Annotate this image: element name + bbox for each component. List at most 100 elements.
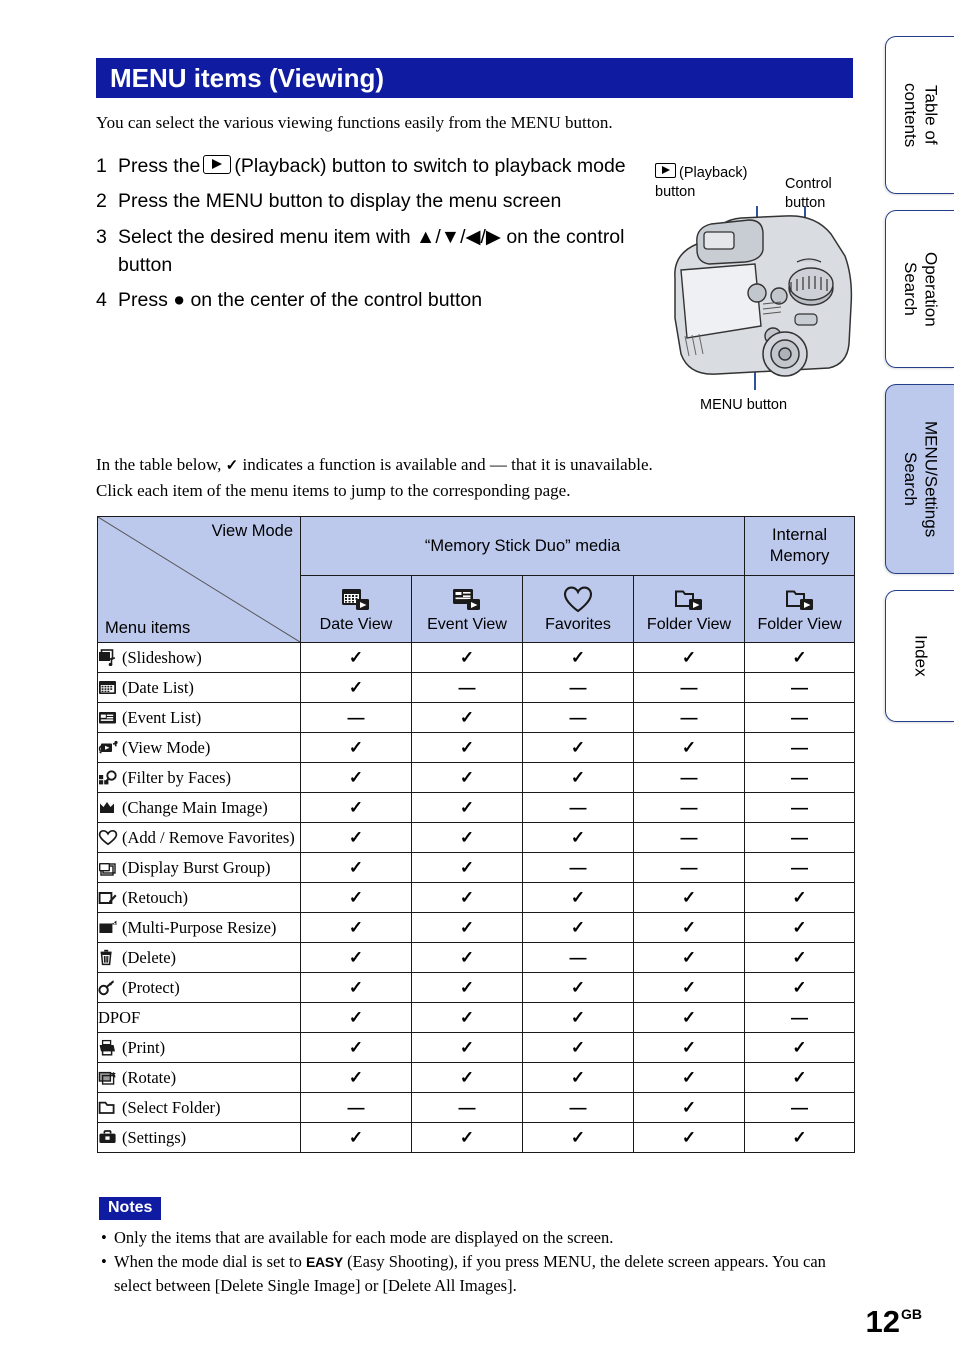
cell-mark: ✓ — [632, 942, 746, 973]
menu-item-filter-by-faces[interactable]: (Filter by Faces) — [97, 762, 301, 793]
menu-item-slideshow[interactable]: (Slideshow) — [97, 642, 301, 673]
menu-item-display-burst-group[interactable]: (Display Burst Group) — [97, 852, 301, 883]
menu-item-add-remove-favorites[interactable]: (Add / Remove Favorites) — [97, 822, 301, 853]
table-row[interactable]: (Add / Remove Favorites) ✓ ✓ ✓ — — — [97, 822, 856, 853]
header-col-folder-view-im[interactable]: Folder View — [744, 575, 856, 643]
menu-item-label: (Event List) — [122, 707, 202, 727]
table-row[interactable]: (Multi-Purpose Resize) ✓ ✓ ✓ ✓ ✓ — [97, 912, 856, 943]
table-row[interactable]: DPOF ✓ ✓ ✓ ✓ — — [97, 1002, 856, 1033]
cell-mark: ✓ — [300, 762, 412, 793]
cell-mark: ✓ — [744, 1122, 856, 1153]
menu-item-select-folder[interactable]: (Select Folder) — [97, 1092, 301, 1123]
cell-mark: ✓ — [522, 882, 634, 913]
header-col-event-view[interactable]: Event View — [411, 575, 523, 643]
table-row[interactable]: (Display Burst Group) ✓ ✓ — — — — [97, 852, 856, 883]
table-intro: In the table below, ✓ indicates a functi… — [96, 452, 866, 505]
step-number: 3 — [96, 225, 107, 248]
easy-mode-tag: EASY — [306, 1254, 343, 1271]
table-row[interactable]: (Protect) ✓ ✓ ✓ ✓ ✓ — [97, 972, 856, 1003]
table-row[interactable]: (View Mode) ✓ ✓ ✓ ✓ — — [97, 732, 856, 763]
cell-mark: ✓ — [411, 972, 523, 1003]
table-intro-line1: In the table below, ✓ indicates a functi… — [96, 452, 866, 478]
favorites-heart-icon — [523, 585, 633, 615]
step-number: 4 — [96, 289, 107, 312]
menu-item-protect[interactable]: (Protect) — [97, 972, 301, 1003]
menu-item-delete[interactable]: (Delete) — [97, 942, 301, 973]
cell-mark: ✓ — [522, 1062, 634, 1093]
menu-item-change-main-image[interactable]: (Change Main Image) — [97, 792, 301, 823]
corner-label-view-mode: View Mode — [211, 522, 293, 540]
menu-item-label: (Retouch) — [122, 887, 188, 907]
menu-item-dpof[interactable]: DPOF — [97, 1002, 301, 1033]
menu-item-rotate[interactable]: (Rotate) — [97, 1062, 301, 1093]
table-row[interactable]: (Retouch) ✓ ✓ ✓ ✓ ✓ — [97, 882, 856, 913]
burst-group-icon — [98, 859, 118, 876]
menu-item-settings[interactable]: (Settings) — [97, 1122, 301, 1153]
cell-mark: — — [300, 702, 412, 733]
menu-item-view-mode[interactable]: (View Mode) — [97, 732, 301, 763]
step-text: Select the desired menu item with ▲/▼/◀/… — [118, 225, 625, 276]
note-item: When the mode dial is set to EASY (Easy … — [99, 1250, 859, 1297]
cell-mark: — — [300, 1092, 412, 1123]
cell-mark: ✓ — [300, 1122, 412, 1153]
table-row[interactable]: (Slideshow) ✓ ✓ ✓ ✓ ✓ — [97, 642, 856, 673]
cell-mark: ✓ — [632, 972, 746, 1003]
cell-mark: ✓ — [522, 912, 634, 943]
sidebar-item-operation-search[interactable]: Operation Search — [885, 210, 954, 368]
cell-mark: ✓ — [744, 642, 856, 673]
menu-item-label: (Multi-Purpose Resize) — [122, 917, 277, 937]
header-col-date-view-label: Date View — [319, 615, 393, 633]
table-intro-line1-before: In the table below, — [96, 455, 222, 474]
menu-item-label: (Print) — [122, 1037, 166, 1057]
sidebar-item-menu-settings-search[interactable]: MENU/Settings Search — [885, 384, 954, 574]
table-row[interactable]: (Change Main Image) ✓ ✓ — — — — [97, 792, 856, 823]
settings-toolbox-icon — [98, 1129, 118, 1146]
menu-item-date-list[interactable]: (Date List) — [97, 672, 301, 703]
table-row[interactable]: (Settings) ✓ ✓ ✓ ✓ ✓ — [97, 1122, 856, 1153]
page-title: MENU items (Viewing) — [110, 62, 385, 93]
table-header: View Mode Menu items “Memory Stick Duo” … — [97, 516, 856, 643]
cell-mark: — — [522, 792, 634, 823]
page-number-value: 12 — [865, 1304, 900, 1339]
header-col-favorites[interactable]: Favorites — [522, 575, 634, 643]
cell-mark: ✓ — [522, 1032, 634, 1063]
cell-mark: — — [632, 762, 746, 793]
menu-item-multi-purpose-resize[interactable]: (Multi-Purpose Resize) — [97, 912, 301, 943]
cell-mark: ✓ — [411, 1032, 523, 1063]
menu-item-print[interactable]: (Print) — [97, 1032, 301, 1063]
steps-list: 1 Press the (Playback) button to switch t… — [96, 152, 656, 321]
header-col-date-view[interactable]: Date View — [300, 575, 412, 643]
cell-mark: ✓ — [411, 732, 523, 763]
table-row[interactable]: (Event List) — ✓ — — — — [97, 702, 856, 733]
cell-mark: — — [744, 852, 856, 883]
table-row[interactable]: (Delete) ✓ ✓ — ✓ ✓ — [97, 942, 856, 973]
sidebar-item-index[interactable]: Index — [885, 590, 954, 722]
playback-icon — [203, 155, 232, 174]
page-title-bar: MENU items (Viewing) — [96, 58, 853, 98]
menu-item-retouch[interactable]: (Retouch) — [97, 882, 301, 913]
step-text-post: (Playback) button to switch to playback … — [234, 155, 626, 177]
table-row[interactable]: (Rotate) ✓ ✓ ✓ ✓ ✓ — [97, 1062, 856, 1093]
table-row[interactable]: (Select Folder) — — — ✓ — — [97, 1092, 856, 1123]
sidebar-item-table-of-contents[interactable]: Table of contents — [885, 36, 954, 194]
menu-item-label: (Date List) — [122, 677, 194, 697]
cell-mark: ✓ — [632, 882, 746, 913]
rotate-icon — [98, 1069, 118, 1086]
cell-mark: ✓ — [300, 732, 412, 763]
cell-mark: ✓ — [522, 762, 634, 793]
cell-mark: ✓ — [744, 1032, 856, 1063]
header-col-folder-view-ms[interactable]: Folder View — [632, 575, 746, 643]
menu-items-table-wrapper: View Mode Menu items “Memory Stick Duo” … — [97, 516, 856, 1153]
cell-mark: ✓ — [300, 822, 412, 853]
table-row[interactable]: (Filter by Faces) ✓ ✓ ✓ — — — [97, 762, 856, 793]
heart-icon — [98, 829, 118, 846]
table-row[interactable]: (Print) ✓ ✓ ✓ ✓ ✓ — [97, 1032, 856, 1063]
page-root: MENU items (Viewing) You can select the … — [0, 0, 954, 1369]
cell-mark: — — [522, 1092, 634, 1123]
menu-item-event-list[interactable]: (Event List) — [97, 702, 301, 733]
print-icon — [98, 1039, 118, 1056]
cell-mark: — — [744, 1002, 856, 1033]
cell-mark: — — [632, 852, 746, 883]
table-row[interactable]: (Date List) ✓ — — — — — [97, 672, 856, 703]
table-intro-line1-after: indicates a function is available and — … — [242, 455, 653, 474]
